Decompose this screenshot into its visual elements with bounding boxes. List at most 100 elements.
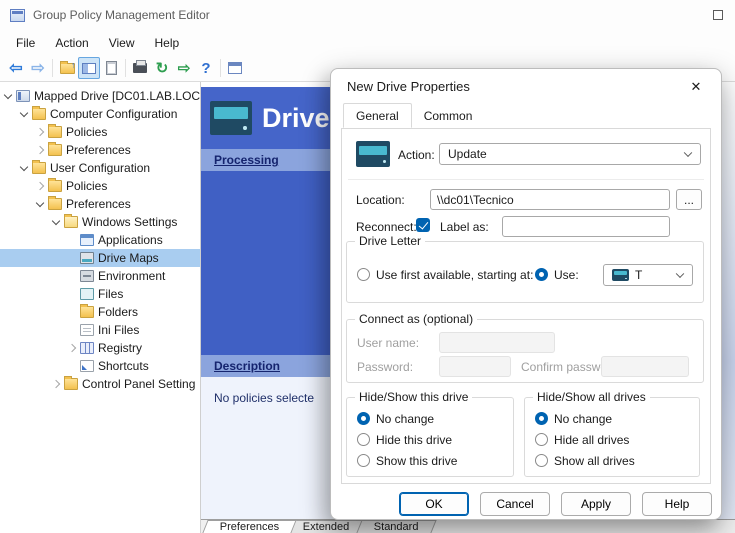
confirm-password-input [601,356,689,377]
hide-this-drive-radio[interactable] [357,433,370,446]
ok-button[interactable]: OK [399,492,469,516]
description-link[interactable]: Description [214,359,280,373]
all-no-change-radio[interactable] [535,412,548,425]
chevron-right-icon[interactable] [35,181,46,192]
files-icon [80,288,94,300]
tree-item-registry[interactable]: Registry [0,339,200,357]
use-first-available-radio[interactable] [357,268,370,281]
tab-common[interactable]: Common [412,103,485,128]
print-button[interactable] [129,57,151,79]
tree-item-control-panel-settings[interactable]: Control Panel Setting [0,375,200,393]
tree-item-files[interactable]: Files [0,285,200,303]
chevron-down-icon[interactable] [19,109,30,120]
chevron-down-icon[interactable] [35,199,46,210]
tree-item-label: Shortcuts [98,359,149,373]
refresh-icon: ↻ [156,59,169,77]
expander-spacer [67,271,78,282]
tree-item-shortcuts[interactable]: Shortcuts [0,357,200,375]
tree-item-label: Computer Configuration [50,107,177,121]
tree-item-mapped-drive-gpo[interactable]: Mapped Drive [DC01.LAB.LOCA [0,87,200,105]
chevron-right-icon[interactable] [35,127,46,138]
action-dropdown[interactable]: Update [439,143,701,165]
tree-item-computer-policies[interactable]: Policies [0,123,200,141]
menu-action[interactable]: Action [45,33,98,53]
refresh-button[interactable]: ↻ [151,57,173,79]
tree-item-computer-configuration[interactable]: Computer Configuration [0,105,200,123]
tree-item-user-preferences[interactable]: Preferences [0,195,200,213]
help-button[interactable]: Help [642,492,712,516]
maximize-icon[interactable] [713,10,723,20]
tab-preferences[interactable]: Preferences [202,520,297,533]
action-value: Update [448,147,487,161]
tree-item-computer-preferences[interactable]: Preferences [0,141,200,159]
up-one-level-button[interactable] [56,57,78,79]
tab-general[interactable]: General [343,103,412,128]
tab-standard[interactable]: Standard [356,520,436,533]
app-icon [10,9,25,22]
password-label: Password: [357,360,413,374]
menu-view[interactable]: View [99,33,145,53]
export-list-icon: ⇨ [178,59,191,77]
tree-item-environment[interactable]: Environment [0,267,200,285]
hide-show-all-drives-label: Hide/Show all drives [533,390,650,404]
forward-button[interactable]: ⇨ [27,57,49,79]
drive-letter-dropdown[interactable]: T [603,264,693,286]
ini-file-icon [80,324,94,336]
window-list-icon [228,62,242,74]
window-list-button[interactable] [224,57,246,79]
tree-item-drive-maps[interactable]: Drive Maps [0,249,200,267]
back-button[interactable]: ⇦ [5,57,27,79]
connect-as-group-label: Connect as (optional) [355,312,477,326]
menu-help[interactable]: Help [145,33,190,53]
tab-label: Preferences [220,521,279,533]
chevron-down-icon[interactable] [51,217,62,228]
tab-label: Extended [303,521,349,533]
console-tree: Mapped Drive [DC01.LAB.LOCA Computer Con… [0,82,201,533]
tree-item-user-configuration[interactable]: User Configuration [0,159,200,177]
use-radio[interactable] [535,268,548,281]
expander-spacer [67,253,78,264]
tree-item-user-policies[interactable]: Policies [0,177,200,195]
chevron-right-icon[interactable] [67,343,78,354]
paste-button[interactable] [100,57,122,79]
show-console-tree-button[interactable] [78,57,100,79]
chevron-down-icon[interactable] [3,91,14,102]
tree-item-folders[interactable]: Folders [0,303,200,321]
apply-button[interactable]: Apply [561,492,631,516]
chevron-right-icon[interactable] [35,145,46,156]
reconnect-checkbox[interactable] [416,218,430,232]
separator [348,179,704,180]
browse-button[interactable]: ... [676,189,702,210]
drive-maps-icon [210,101,252,135]
menu-file[interactable]: File [6,33,45,53]
hide-this-drive-label: Hide this drive [376,433,452,447]
tree-item-label: Windows Settings [82,215,177,229]
hide-all-drives-radio[interactable] [535,433,548,446]
location-input[interactable] [430,189,670,210]
all-no-change-label: No change [554,412,612,426]
tree-item-label: Preferences [66,197,131,211]
close-icon[interactable]: ✕ [683,76,709,98]
help-button[interactable]: ? [195,57,217,79]
tab-extended[interactable]: Extended [286,520,368,533]
cancel-button[interactable]: Cancel [480,492,550,516]
applications-icon [80,234,94,246]
chevron-down-icon [684,149,692,157]
folder-icon [48,144,62,156]
tree-item-label: Mapped Drive [DC01.LAB.LOCA [34,89,201,103]
show-all-drives-radio[interactable] [535,454,548,467]
tree-item-ini-files[interactable]: Ini Files [0,321,200,339]
chevron-right-icon[interactable] [51,379,62,390]
chevron-down-icon[interactable] [19,163,30,174]
export-list-button[interactable]: ⇨ [173,57,195,79]
tree-item-windows-settings[interactable]: Windows Settings [0,213,200,231]
label-as-input[interactable] [502,216,670,237]
processing-link[interactable]: Processing [214,153,279,167]
drive-icon [612,269,629,281]
dialog-title-bar: New Drive Properties [331,69,721,103]
menu-bar: File Action View Help [0,30,735,55]
tree-item-applications[interactable]: Applications [0,231,200,249]
folder-icon [80,306,94,318]
show-this-drive-radio[interactable] [357,454,370,467]
this-no-change-radio[interactable] [357,412,370,425]
